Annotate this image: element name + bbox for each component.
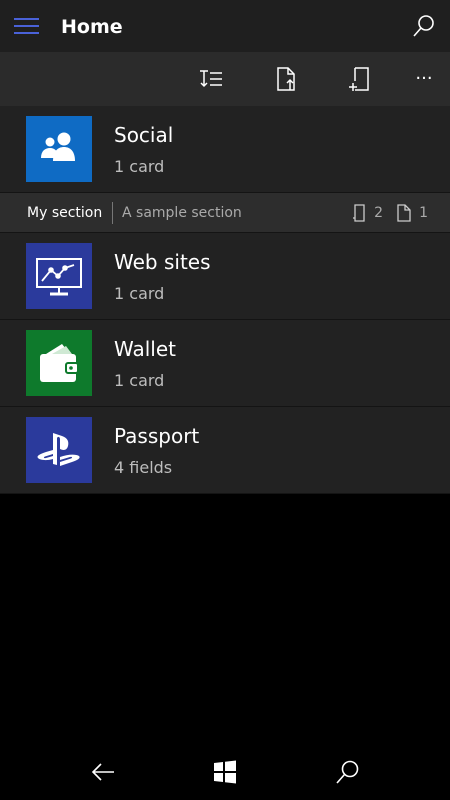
card-subtitle: 4 fields xyxy=(114,458,173,477)
export-file-icon[interactable] xyxy=(272,65,300,93)
windows-icon[interactable] xyxy=(211,758,239,786)
item-count-icon xyxy=(397,204,411,222)
navigation-bar xyxy=(0,744,450,800)
back-arrow-icon[interactable] xyxy=(89,758,117,786)
list-item-passport[interactable]: Passport 4 fields xyxy=(0,407,450,494)
monitor-chart-icon xyxy=(26,243,92,309)
hamburger-menu-icon[interactable] xyxy=(14,17,39,35)
card-subtitle: 1 card xyxy=(114,284,165,303)
card-title: Passport xyxy=(114,424,200,448)
item-count: 1 xyxy=(419,205,428,221)
command-bar: ··· xyxy=(0,52,450,106)
list-item-social[interactable]: Social 1 card xyxy=(0,106,450,193)
card-title: Wallet xyxy=(114,337,177,361)
add-card-icon[interactable] xyxy=(346,65,374,93)
section-divider xyxy=(112,202,113,224)
title-bar: Home xyxy=(0,0,450,52)
list-item-web-sites[interactable]: Web sites 1 card xyxy=(0,233,450,320)
card-list: Social 1 card My section A sample sectio… xyxy=(0,106,450,494)
sort-icon[interactable] xyxy=(198,65,226,93)
card-subtitle: 1 card xyxy=(114,157,165,176)
wallet-icon xyxy=(26,330,92,396)
search-icon[interactable] xyxy=(334,758,362,786)
section-header[interactable]: My section A sample section 2 1 xyxy=(0,193,450,233)
section-name: My section xyxy=(27,205,103,221)
card-title: Web sites xyxy=(114,250,211,274)
card-subtitle: 1 card xyxy=(114,371,165,390)
playstation-icon xyxy=(26,417,92,483)
more-icon[interactable]: ··· xyxy=(410,65,438,93)
page-title: Home xyxy=(61,16,123,38)
card-count: 2 xyxy=(374,205,384,221)
section-description: A sample section xyxy=(122,205,242,221)
list-item-wallet[interactable]: Wallet 1 card xyxy=(0,320,450,407)
card-title: Social xyxy=(114,123,174,147)
card-count-icon xyxy=(353,204,365,222)
section-counts: 2 1 xyxy=(352,203,428,223)
search-icon[interactable] xyxy=(412,14,436,38)
people-icon xyxy=(26,116,92,182)
